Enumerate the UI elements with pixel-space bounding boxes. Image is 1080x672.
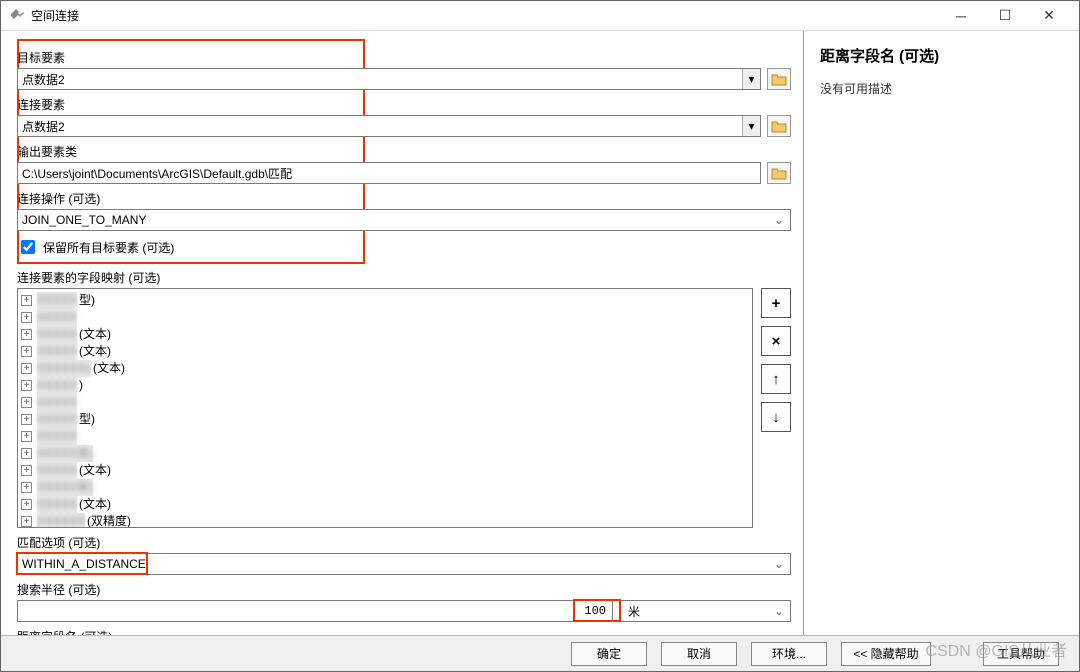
expand-icon[interactable]: +	[21, 346, 32, 357]
unit-select[interactable]: 米 ⌄	[619, 600, 791, 622]
expand-icon[interactable]: +	[21, 414, 32, 425]
maximize-button[interactable]: ☐	[983, 2, 1027, 30]
expand-icon[interactable]: +	[21, 363, 32, 374]
remove-button[interactable]: ×	[761, 326, 791, 356]
output-value: C:\Users\joint\Documents\ArcGIS\Default.…	[22, 165, 292, 182]
folder-icon	[771, 166, 787, 180]
joinop-select[interactable]: JOIN_ONE_TO_MANY ⌄	[17, 209, 791, 231]
expand-icon[interactable]: +	[21, 295, 32, 306]
cancel-button[interactable]: 取消	[661, 642, 737, 666]
tree-item[interactable]: +XXXXXX (双精度)	[21, 513, 749, 528]
expand-icon[interactable]: +	[21, 397, 32, 408]
tree-item[interactable]: +XXXXX (文本)	[21, 326, 749, 343]
distname-label: 距离字段名 (可选)	[17, 628, 791, 635]
tree-item[interactable]: +XXXXX )	[21, 377, 749, 394]
hammer-icon	[9, 8, 25, 24]
browse-target-button[interactable]	[767, 68, 791, 90]
chevron-down-icon: ⌄	[774, 557, 784, 571]
tree-item[interactable]: +XXXXX	[21, 394, 749, 411]
tree-item[interactable]: +XXXXX 型)	[21, 292, 749, 309]
close-button[interactable]: ✕	[1027, 2, 1071, 30]
tree-item[interactable]: +XXXXX 型)	[21, 411, 749, 428]
target-value: 点数据2	[22, 71, 65, 88]
expand-icon[interactable]: +	[21, 465, 32, 476]
chevron-down-icon[interactable]: ▾	[742, 69, 760, 89]
match-label: 匹配选项 (可选)	[17, 534, 791, 551]
add-button[interactable]: +	[761, 288, 791, 318]
bottom-bar: 确定 取消 环境... << 隐藏帮助 工具帮助	[1, 635, 1079, 671]
target-label: 目标要素	[17, 49, 791, 66]
expand-icon[interactable]: +	[21, 482, 32, 493]
hidehelp-button[interactable]: << 隐藏帮助	[841, 642, 931, 666]
browse-output-button[interactable]	[767, 162, 791, 184]
output-input[interactable]: C:\Users\joint\Documents\ArcGIS\Default.…	[17, 162, 761, 184]
window-title: 空间连接	[31, 7, 939, 24]
keep-all-label: 保留所有目标要素 (可选)	[43, 239, 174, 256]
chevron-down-icon[interactable]: ▾	[742, 116, 760, 136]
target-select[interactable]: 点数据2 ▾	[17, 68, 761, 90]
browse-join-button[interactable]	[767, 115, 791, 137]
radius-label: 搜索半径 (可选)	[17, 581, 791, 598]
chevron-down-icon: ⌄	[774, 604, 784, 618]
fieldmap-label: 连接要素的字段映射 (可选)	[17, 269, 791, 286]
tree-item[interactable]: +XXXXX	[21, 309, 749, 326]
toolhelp-button[interactable]: 工具帮助	[983, 642, 1059, 666]
moveup-button[interactable]: ↑	[761, 364, 791, 394]
tree-item[interactable]: +XXXXX (文本)	[21, 496, 749, 513]
joinop-label: 连接操作 (可选)	[17, 190, 791, 207]
expand-icon[interactable]: +	[21, 380, 32, 391]
help-panel: 距离字段名 (可选) 没有可用描述	[803, 31, 1079, 635]
tree-item[interactable]: +XXXXX (文本)	[21, 462, 749, 479]
unit-value: 米	[628, 603, 640, 620]
expand-icon[interactable]: +	[21, 448, 32, 459]
env-button[interactable]: 环境...	[751, 642, 827, 666]
ok-button[interactable]: 确定	[571, 642, 647, 666]
tree-item[interactable]: +XXXXX本)	[21, 445, 749, 462]
keep-all-checkbox[interactable]: 保留所有目标要素 (可选)	[17, 237, 791, 257]
tree-item[interactable]: +XXXXX本)	[21, 479, 749, 496]
output-label: 输出要素类	[17, 143, 791, 160]
radius-input[interactable]	[17, 600, 613, 622]
joinop-value: JOIN_ONE_TO_MANY	[22, 213, 146, 227]
help-title: 距离字段名 (可选)	[820, 45, 1063, 66]
join-label: 连接要素	[17, 96, 791, 113]
expand-icon[interactable]: +	[21, 499, 32, 510]
keep-all-check-input[interactable]	[21, 240, 35, 254]
fieldmap-tree[interactable]: +XXXXX 型)+XXXXX +XXXXX (文本)+XXXXX (文本)+X…	[17, 288, 753, 528]
expand-icon[interactable]: +	[21, 329, 32, 340]
folder-icon	[771, 119, 787, 133]
expand-icon[interactable]: +	[21, 431, 32, 442]
expand-icon[interactable]: +	[21, 312, 32, 323]
folder-icon	[771, 72, 787, 86]
match-value: WITHIN_A_DISTANCE	[22, 557, 146, 571]
expand-icon[interactable]: +	[21, 516, 32, 527]
chevron-down-icon: ⌄	[774, 213, 784, 227]
tree-item[interactable]: +XXXXXXs (文本)	[21, 360, 749, 377]
help-desc: 没有可用描述	[820, 80, 1063, 97]
form-panel: 目标要素 点数据2 ▾ 连接要素 点数据2 ▾	[1, 31, 803, 635]
titlebar: 空间连接 ─ ☐ ✕	[1, 1, 1079, 31]
tree-item[interactable]: +XXXXX (文本)	[21, 343, 749, 360]
minimize-button[interactable]: ─	[939, 2, 983, 30]
join-select[interactable]: 点数据2 ▾	[17, 115, 761, 137]
movedown-button[interactable]: ↓	[761, 402, 791, 432]
tree-item[interactable]: +XXXXX	[21, 428, 749, 445]
join-value: 点数据2	[22, 118, 65, 135]
match-select[interactable]: WITHIN_A_DISTANCE ⌄	[17, 553, 791, 575]
